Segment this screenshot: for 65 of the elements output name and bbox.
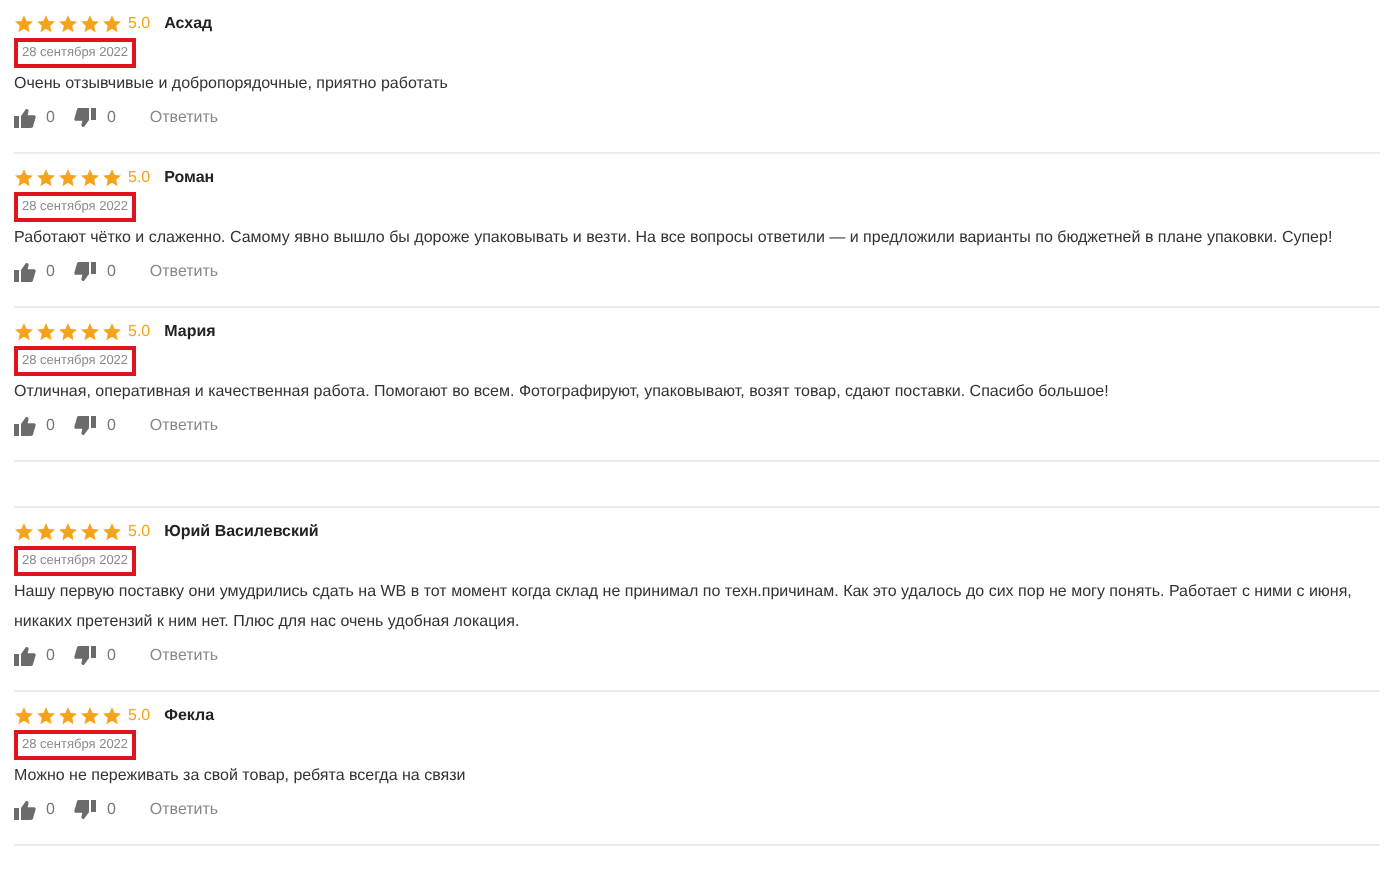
- thumbs-down-icon[interactable]: [74, 800, 97, 820]
- review-text: Отличная, оперативная и качественная работа. Помогают во всем. Фотографируют, упаковывают, возят товар, сдают поставки. Спасибо большое!: [14, 380, 1111, 404]
- star-icon: [80, 706, 100, 726]
- star-icon: [58, 522, 78, 542]
- star-icon: [14, 522, 34, 542]
- thumbs-down-icon[interactable]: [74, 646, 97, 666]
- star-icon: [36, 14, 56, 34]
- thumbs-up-icon[interactable]: [14, 800, 36, 820]
- dislike-count: 0: [106, 644, 116, 668]
- review-text: Можно не переживать за свой товар, ребята всегда на связи: [14, 764, 468, 788]
- star-icon: [58, 14, 78, 34]
- star-icon: [102, 522, 122, 542]
- like-count: 0: [46, 106, 55, 130]
- reply-link[interactable]: Ответить: [149, 260, 219, 284]
- thumbs-up-icon[interactable]: [14, 262, 36, 282]
- author-name: Мария: [164, 324, 216, 340]
- star-icon: [36, 522, 56, 542]
- like-count: 0: [46, 414, 55, 438]
- star-icon: [36, 168, 56, 188]
- review-text: Работают чётко и слаженно. Самому явно вышло бы дороже упаковывать и везти. На все вопросы ответили — и предложили варианты по бюджетней в плане упаковки. Супер!: [14, 226, 1335, 250]
- star-icon: [80, 168, 100, 188]
- dislike-count: 0: [106, 106, 116, 130]
- author-name: Асхад: [164, 16, 213, 32]
- star-icon: [80, 14, 100, 34]
- thumbs-up-icon[interactable]: [14, 416, 36, 436]
- star-icon: [102, 168, 122, 188]
- star-icon: [14, 168, 34, 188]
- star-icon: [80, 522, 100, 542]
- star-icon: [102, 14, 122, 34]
- like-count: 0: [46, 260, 55, 284]
- thumbs-up-icon[interactable]: [14, 646, 36, 666]
- rating-value: 5.0: [128, 170, 151, 186]
- dislike-count: 0: [106, 414, 116, 438]
- thumbs-down-icon[interactable]: [74, 262, 97, 282]
- reply-link[interactable]: Ответить: [149, 644, 219, 668]
- dislike-count: 0: [106, 798, 116, 822]
- reply-link[interactable]: Ответить: [149, 798, 219, 822]
- dislike-count: 0: [106, 260, 116, 284]
- star-icon: [36, 322, 56, 342]
- star-icon: [58, 322, 78, 342]
- star-icon: [14, 706, 34, 726]
- star-icon: [58, 168, 78, 188]
- star-icon: [102, 706, 122, 726]
- review-text: Нашу первую поставку они умудрились сдать на WB в тот момент когда склад не принимал по техн.причинам. Как это удалось до сих пор не могу понять. Работает с ними с июня, никаких претензий к ним нет. Плюс для нас очень удобная локация.: [14, 580, 1354, 634]
- like-count: 0: [46, 644, 55, 668]
- like-count: 0: [46, 798, 55, 822]
- rating-value: 5.0: [128, 524, 151, 540]
- star-icon: [14, 14, 34, 34]
- thumbs-down-icon[interactable]: [74, 416, 97, 436]
- reply-link[interactable]: Ответить: [149, 414, 219, 438]
- author-name: Роман: [164, 170, 215, 186]
- star-icon: [36, 706, 56, 726]
- author-name: Юрий Василевский: [164, 524, 319, 540]
- thumbs-up-icon[interactable]: [14, 108, 36, 128]
- author-name: Фекла: [164, 708, 215, 724]
- star-icon: [58, 706, 78, 726]
- star-icon: [14, 322, 34, 342]
- star-icon: [102, 322, 122, 342]
- rating-value: 5.0: [128, 324, 151, 340]
- thumbs-down-icon[interactable]: [74, 108, 97, 128]
- star-icon: [80, 322, 100, 342]
- rating-value: 5.0: [128, 16, 151, 32]
- rating-value: 5.0: [128, 708, 151, 724]
- reply-link[interactable]: Ответить: [149, 106, 219, 130]
- review-text: Очень отзывчивые и добропорядочные, приятно работать: [14, 72, 450, 96]
